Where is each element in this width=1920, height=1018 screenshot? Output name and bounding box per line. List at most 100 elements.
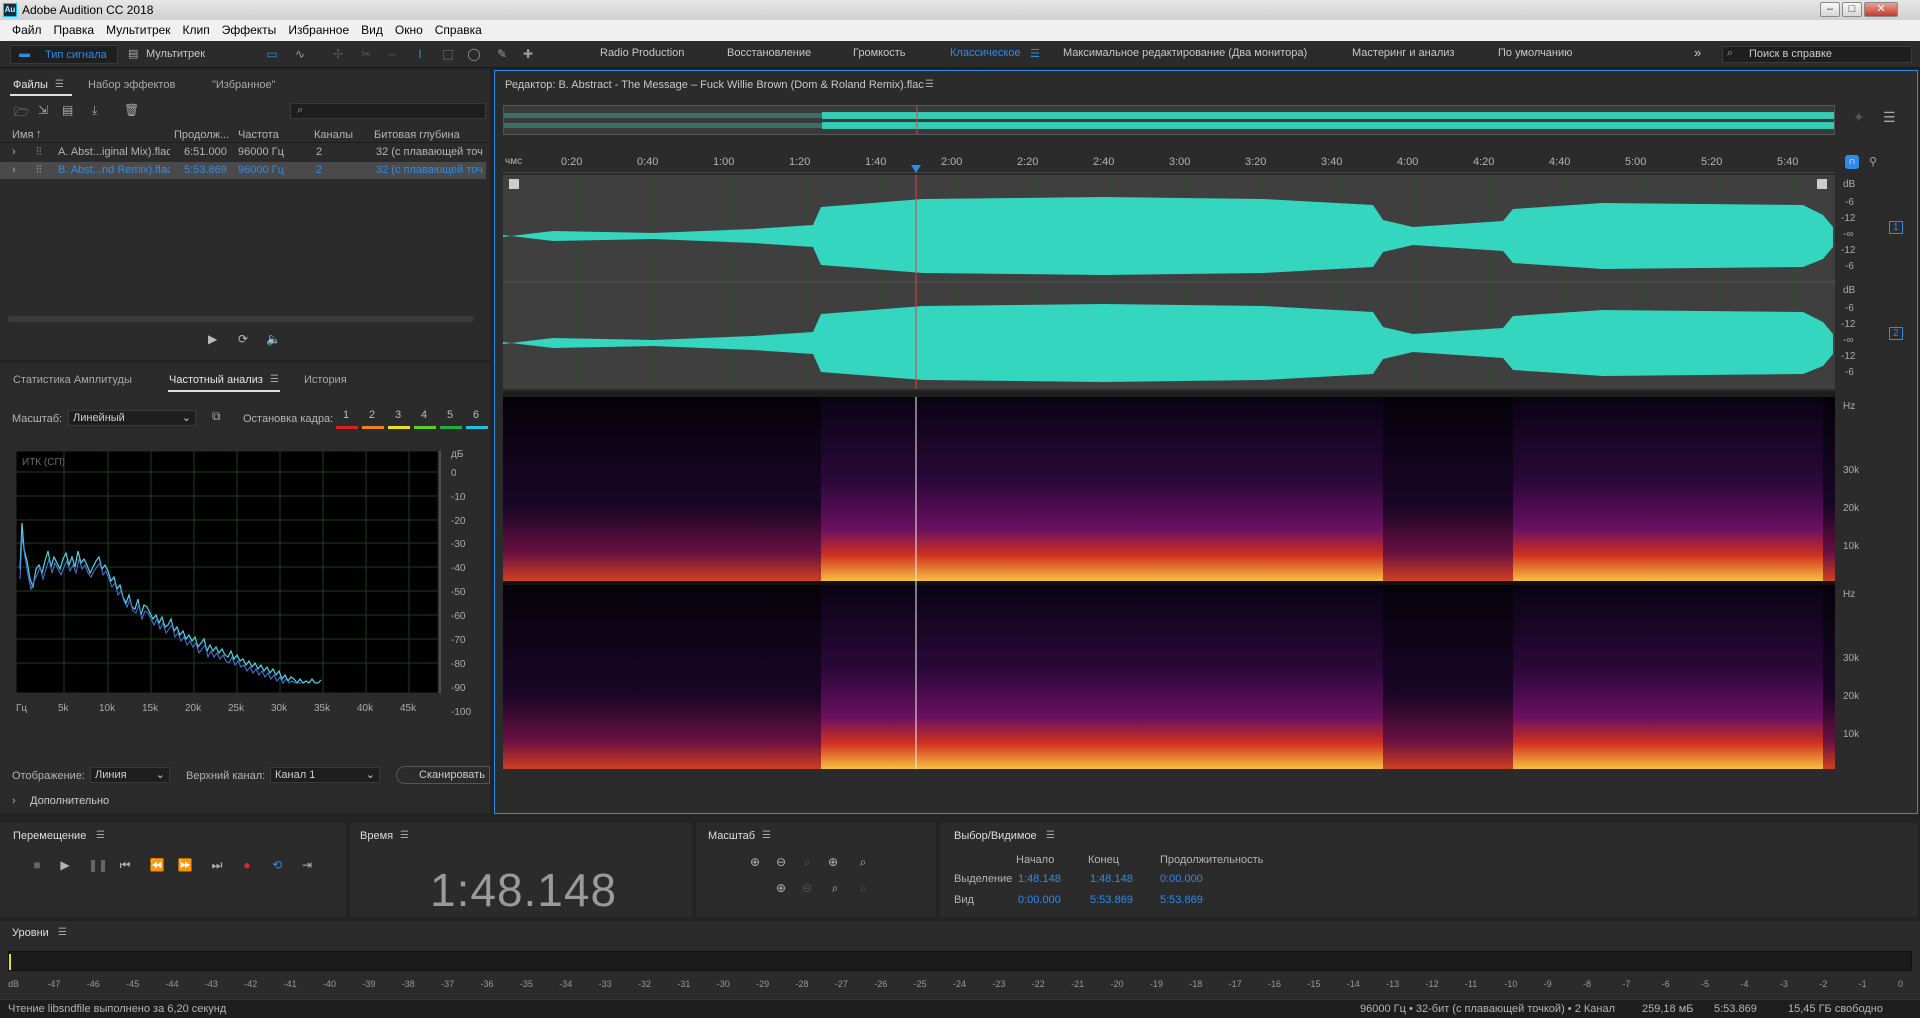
menu-effects[interactable]: Эффекты: [216, 20, 283, 41]
expand-icon[interactable]: ›: [12, 164, 16, 176]
menu-multitrack[interactable]: Мультитрек: [100, 20, 176, 41]
expand-icon[interactable]: ›: [12, 146, 16, 158]
table-row[interactable]: › ⫶⫶ A. Abst...iginal Mix).flac 6:51.000…: [0, 144, 486, 161]
open-folder-icon[interactable]: 🗁: [14, 103, 29, 124]
tab-frequency-analysis[interactable]: Частотный анализ: [169, 374, 263, 386]
zoom-in-amplitude-icon[interactable]: ⊕: [746, 853, 764, 871]
zoom-in-time-icon[interactable]: ⊕: [824, 853, 842, 871]
zoom-fit-icon[interactable]: ⌕: [826, 879, 844, 897]
channel-dropdown[interactable]: Канал 1 ⌄: [270, 767, 380, 783]
hold-button-3[interactable]: 3: [388, 407, 410, 429]
files-horizontal-scrollbar[interactable]: [8, 316, 474, 322]
maximize-button[interactable]: □: [1842, 2, 1862, 17]
transport-menu-icon[interactable]: ☰: [96, 830, 105, 841]
skip-selection-button[interactable]: ⇥: [298, 856, 316, 874]
selection-duration[interactable]: 0:00.000: [1160, 873, 1203, 885]
analysis-panel-menu-icon[interactable]: ☰: [270, 374, 279, 385]
zoom-out-full-icon[interactable]: ⌕: [854, 853, 872, 871]
loop-preview-icon[interactable]: ⟳: [238, 332, 248, 346]
minimize-button[interactable]: –: [1820, 2, 1840, 17]
menu-file[interactable]: Файл: [6, 20, 48, 41]
col-duration[interactable]: Продолж...: [174, 129, 229, 141]
advanced-section[interactable]: Дополнительно: [30, 795, 109, 807]
stop-button[interactable]: ■: [28, 856, 46, 874]
channel-1-toggle[interactable]: 1: [1889, 221, 1903, 234]
menu-help[interactable]: Справка: [429, 20, 488, 41]
zoom-to-selection-icon[interactable]: ⌕: [798, 853, 816, 871]
hold-button-4[interactable]: 4: [414, 407, 436, 429]
playhead-handle[interactable]: [911, 165, 921, 173]
loop-button[interactable]: ⟲: [268, 856, 286, 874]
zoom-out-amplitude-icon[interactable]: ⊖: [772, 853, 790, 871]
new-file-icon[interactable]: ▤: [62, 103, 73, 117]
insert-icon[interactable]: ⤓: [92, 103, 97, 118]
hold-button-1[interactable]: 1: [336, 407, 358, 429]
play-button[interactable]: ▶: [56, 856, 74, 874]
zoom-reset-icon[interactable]: ⌕: [854, 879, 872, 897]
marquee-tool-icon[interactable]: ⬚: [440, 46, 456, 62]
tab-effects-rack[interactable]: Набор эффектов: [88, 79, 175, 91]
scale-dropdown[interactable]: Линейный ⌄: [68, 410, 196, 426]
snap-icon[interactable]: ∩: [1845, 155, 1859, 169]
zoom-out-icon[interactable]: ⊖: [798, 879, 816, 897]
fade-out-handle[interactable]: [1817, 179, 1827, 189]
waveform-mode-button[interactable]: ▬ Тип сигнала: [10, 45, 118, 64]
menu-view[interactable]: Вид: [355, 20, 389, 41]
time-menu-icon[interactable]: ☰: [400, 830, 409, 841]
move-tool-icon[interactable]: ✢: [330, 46, 346, 62]
close-button[interactable]: ✕: [1864, 2, 1898, 17]
go-to-start-button[interactable]: ⏮: [116, 856, 134, 874]
scan-button[interactable]: Сканировать: [396, 766, 490, 784]
lasso-tool-icon[interactable]: ◯: [466, 46, 482, 62]
overview-navigator[interactable]: [503, 105, 1835, 135]
hold-button-2[interactable]: 2: [362, 407, 384, 429]
time-selection-tool-icon[interactable]: I: [412, 46, 428, 62]
help-search[interactable]: ⌕ Поиск в справке: [1722, 46, 1912, 63]
waveform-view-icon[interactable]: ▭: [264, 46, 280, 62]
hold-button-6[interactable]: 6: [466, 407, 488, 429]
menu-favorites[interactable]: Избранное: [282, 20, 355, 41]
selection-start[interactable]: 1:48.148: [1018, 873, 1061, 885]
tab-history[interactable]: История: [304, 374, 347, 386]
workspace-restoration[interactable]: Восстановление: [727, 47, 811, 59]
menu-window[interactable]: Окно: [389, 20, 429, 41]
selection-menu-icon[interactable]: ☰: [1046, 830, 1055, 841]
workspace-mastering[interactable]: Мастеринг и анализ: [1352, 47, 1454, 59]
spectral-view-icon[interactable]: ∿: [292, 46, 308, 62]
channel-2-toggle[interactable]: 2: [1889, 327, 1903, 340]
display-dropdown[interactable]: Линия ⌄: [90, 767, 170, 783]
waveform-display[interactable]: [503, 175, 1835, 389]
spectral-display[interactable]: [503, 397, 1835, 813]
zoom-to-selection-icon[interactable]: ✦: [1853, 109, 1865, 126]
workspace-max-editing[interactable]: Максимальное редактирование (Два монитор…: [1063, 47, 1307, 59]
rewind-button[interactable]: ⏪: [148, 856, 166, 874]
workspace-radio-production[interactable]: Radio Production: [600, 47, 684, 59]
col-depth[interactable]: Битовая глубина: [374, 129, 460, 141]
tab-files[interactable]: Файлы: [13, 79, 48, 91]
more-workspaces-icon[interactable]: »: [1694, 45, 1701, 60]
spot-healing-icon[interactable]: ✚: [520, 46, 536, 62]
view-start[interactable]: 0:00.000: [1018, 894, 1061, 906]
view-end[interactable]: 5:53.869: [1090, 894, 1133, 906]
workspace-menu-icon[interactable]: ☰: [1030, 47, 1040, 60]
levels-menu-icon[interactable]: ☰: [58, 927, 67, 938]
files-panel-menu-icon[interactable]: ☰: [55, 79, 64, 90]
go-to-end-button[interactable]: ⏭: [208, 856, 226, 874]
hold-button-5[interactable]: 5: [440, 407, 462, 429]
tab-favorites[interactable]: "Избранное": [212, 79, 276, 91]
workspace-loudness[interactable]: Громкость: [853, 47, 905, 59]
play-preview-icon[interactable]: ▶: [208, 332, 217, 346]
brush-tool-icon[interactable]: ✎: [494, 46, 510, 62]
selection-end[interactable]: 1:48.148: [1090, 873, 1133, 885]
fast-forward-button[interactable]: ⏩: [176, 856, 194, 874]
menu-clip[interactable]: Клип: [177, 20, 216, 41]
razor-tool-icon[interactable]: ✂: [358, 46, 374, 62]
files-search-input[interactable]: ⌕: [290, 103, 486, 119]
editor-menu-icon[interactable]: ☰: [925, 79, 934, 90]
expand-advanced-icon[interactable]: ›: [12, 795, 16, 807]
col-channels[interactable]: Каналы: [314, 129, 353, 141]
workspace-default[interactable]: По умолчанию: [1498, 47, 1572, 59]
zoom-in-icon[interactable]: ⊕: [772, 879, 790, 897]
zoom-menu-icon[interactable]: ☰: [762, 830, 771, 841]
col-name[interactable]: Имя: [12, 129, 33, 141]
